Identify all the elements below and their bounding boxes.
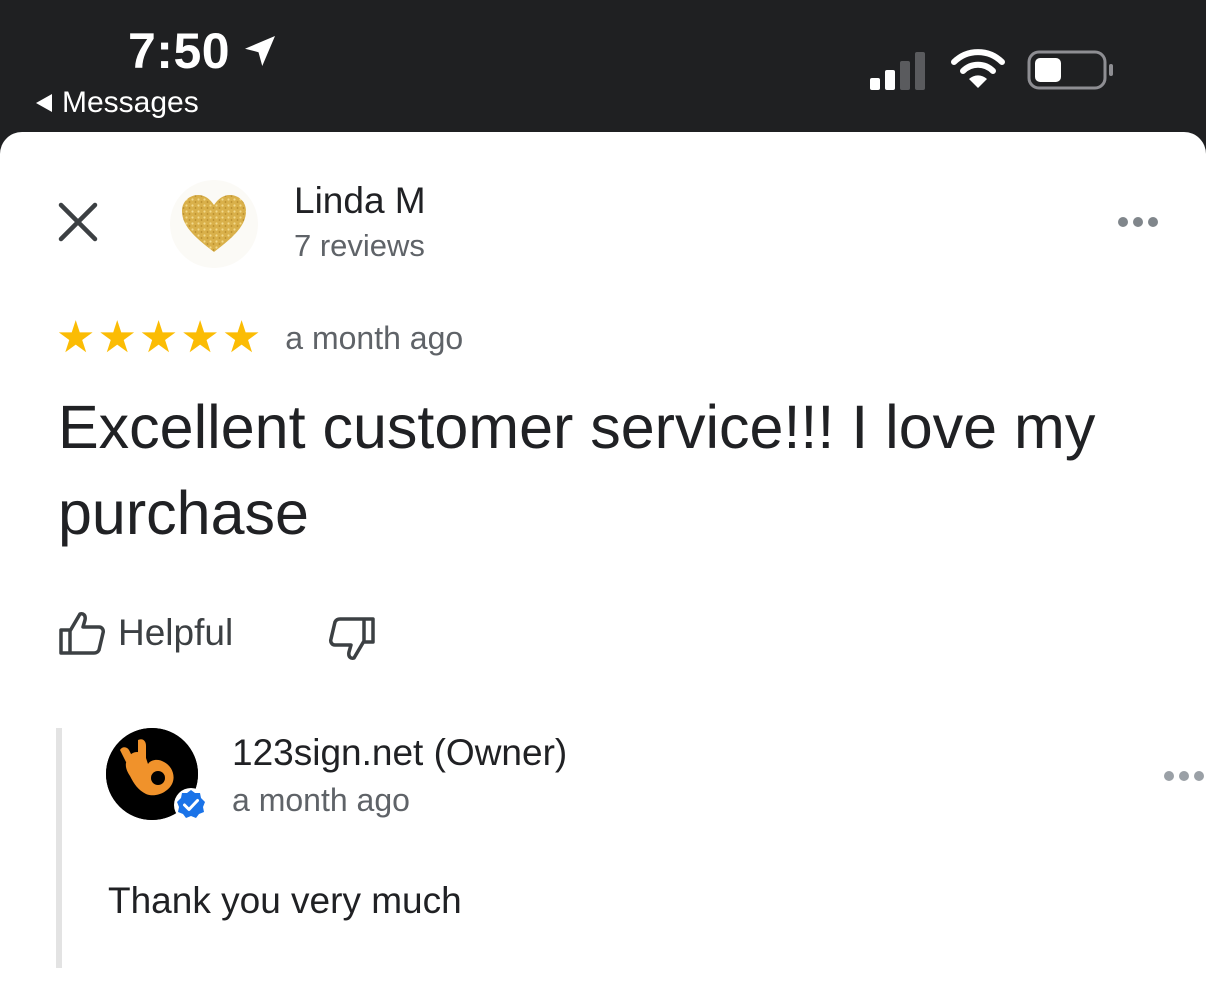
review-text: Excellent customer service!!! I love my … [58,393,1096,547]
star-icon: ★ [180,313,220,362]
helpful-button[interactable]: Helpful [58,610,233,656]
time-label: 7:50 [128,23,231,79]
location-arrow-icon [245,36,276,66]
close-button[interactable] [54,198,102,246]
owner-response-date: a month ago [232,782,410,818]
owner-response-text: Thank you very much [108,880,462,921]
more-dot [1194,771,1204,781]
review-sheet: Linda M 7 reviews ★ ★ ★ ★ ★ a month ago … [0,132,1206,1000]
reviewer-avatar[interactable] [170,180,258,268]
more-dot [1179,771,1189,781]
owner-name[interactable]: 123sign.net (Owner) [232,732,567,774]
reviewer-review-count: 7 reviews [294,228,425,263]
review-more-options-button[interactable] [1110,208,1166,236]
status-bar: 7:50 Messages [0,0,1206,150]
thumbs-down-icon [329,617,375,660]
star-icon: ★ [56,313,96,362]
helpful-label: Helpful [118,612,234,653]
star-icon: ★ [97,313,137,362]
reviewer-name[interactable]: Linda M [294,180,426,222]
review-date: a month ago [285,319,464,356]
star-icon: ★ [138,313,179,362]
wifi-icon [951,49,1005,88]
owner-response-more-button[interactable] [1164,764,1206,788]
owner-response-rail [56,728,62,968]
back-to-messages-link[interactable]: Messages [36,86,199,120]
not-helpful-button[interactable] [324,614,380,662]
status-time: 7:50 [128,22,278,80]
more-dot [1133,217,1143,227]
close-icon [58,202,98,242]
gold-glitter-heart-icon [182,195,246,252]
star-icon: ★ [221,313,262,362]
thumbs-up-icon [59,612,105,655]
back-label: Messages [62,86,199,119]
rating-row: ★ ★ ★ ★ ★ a month ago [56,316,463,360]
battery-icon [1027,50,1113,90]
more-dot [1118,217,1128,227]
verified-badge-icon [174,788,208,822]
more-dot [1148,217,1158,227]
back-caret-icon [36,94,52,112]
more-dot [1164,771,1174,781]
cellular-signal-icon [870,52,925,90]
